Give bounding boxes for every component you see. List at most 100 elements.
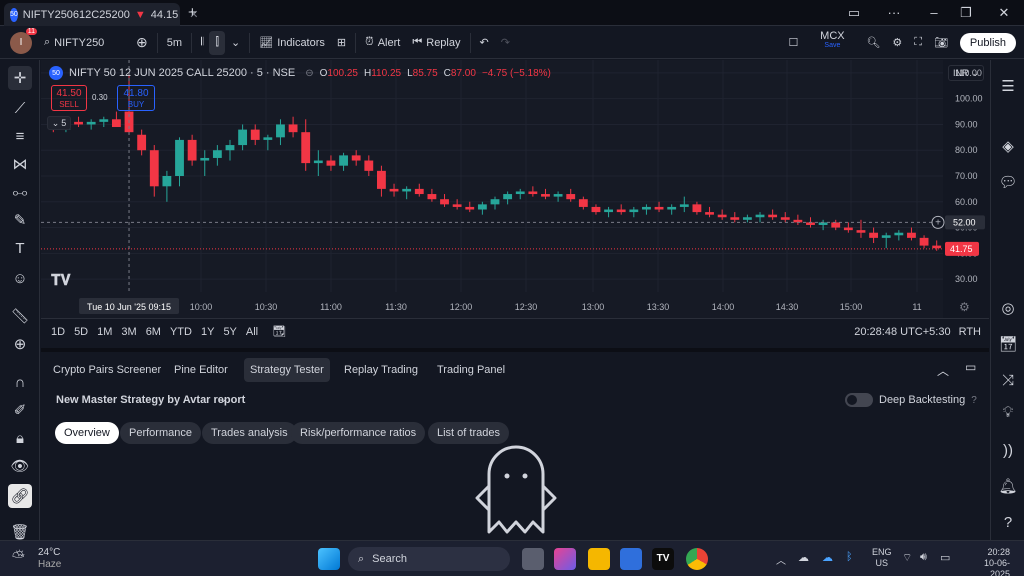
brush-tool-icon[interactable]: ✎ (8, 208, 32, 232)
candle-body[interactable] (831, 222, 841, 228)
candle-body[interactable] (389, 188, 399, 192)
taskbar-search[interactable]: ⌕ Search (348, 547, 510, 571)
candle-body[interactable] (414, 188, 424, 195)
candle-body[interactable] (162, 176, 172, 187)
pattern-tool-icon[interactable]: ⋈ (8, 152, 32, 176)
close-window-icon[interactable]: ✕ (994, 4, 1014, 22)
copilot-icon[interactable] (554, 548, 576, 570)
candle-body[interactable] (553, 194, 563, 197)
candle-body[interactable] (440, 199, 449, 205)
candle-body[interactable] (326, 160, 336, 166)
panel-tab-pine-editor[interactable]: Pine Editor (168, 358, 234, 382)
new-tab-button[interactable]: + (188, 4, 197, 21)
onedrive-icon[interactable]: ☁ (822, 551, 833, 564)
range-button-6m[interactable]: 6M (146, 326, 161, 338)
chart-pane[interactable]: 110.00100.0090.0080.0070.0060.0050.0040.… (41, 60, 989, 318)
candle-body[interactable] (717, 214, 727, 218)
wifi-icon[interactable]: ⌔ (902, 551, 912, 565)
candle-body[interactable] (74, 121, 83, 125)
candle-body[interactable] (528, 191, 538, 195)
panel-tab-replay-trading[interactable]: Replay Trading (338, 358, 424, 382)
bluetooth-icon[interactable]: ᛒ (846, 551, 853, 563)
layout-select-button[interactable]: ☐ (783, 31, 805, 55)
window-layout-icon[interactable]: ▭ (844, 4, 864, 22)
candle-body[interactable] (591, 206, 601, 213)
panel-tab-crypto-pairs-screener[interactable]: Crypto Pairs Screener (47, 358, 167, 382)
candle-body[interactable] (288, 124, 298, 133)
candle-body[interactable] (377, 170, 386, 189)
range-button-3m[interactable]: 3M (121, 326, 136, 338)
candle-body[interactable] (894, 232, 904, 236)
candle-body[interactable] (351, 155, 361, 161)
candle-body[interactable] (768, 214, 778, 218)
alert-button[interactable]: ⏰︎ Alert (359, 31, 406, 55)
candle-body[interactable] (932, 245, 942, 249)
candle-body[interactable] (276, 124, 285, 138)
bell-icon[interactable]: 🔔︎ (996, 474, 1020, 498)
candle-body[interactable] (604, 209, 613, 213)
candle-body[interactable] (907, 232, 916, 238)
panel-tab-trading-panel[interactable]: Trading Panel (431, 358, 511, 382)
templates-button[interactable]: ⊞ (331, 31, 352, 55)
collapse-indicators-button[interactable]: ⌄ 5 (47, 116, 71, 130)
redo-button[interactable]: ↷ (495, 31, 516, 55)
candle-body[interactable] (225, 145, 235, 151)
candle-body[interactable] (465, 206, 475, 210)
candle-body[interactable] (881, 235, 891, 238)
candle-body[interactable] (99, 119, 109, 122)
candle-body[interactable] (578, 199, 588, 207)
range-button-5y[interactable]: 5Y (223, 326, 236, 338)
sell-button[interactable]: 41.50 SELL (51, 85, 87, 111)
chevron-up-icon[interactable]: ︿ (776, 552, 786, 567)
range-button-all[interactable]: All (246, 326, 258, 338)
target-icon[interactable]: ◎ (996, 296, 1020, 320)
candlestick-chart[interactable]: 110.00100.0090.0080.0070.0060.0050.0040.… (41, 60, 989, 318)
volume-icon[interactable]: 🔊︎ (920, 551, 927, 564)
chat-icon[interactable]: 💬︎ (996, 170, 1020, 194)
store-icon[interactable] (620, 548, 642, 570)
clock[interactable]: 20:28:48 UTC+5:30 (854, 326, 950, 338)
candle-body[interactable] (339, 155, 348, 166)
replay-button[interactable]: ⏮ Replay (406, 31, 466, 55)
layers-icon[interactable]: ◈ (996, 134, 1020, 158)
axis-settings-icon[interactable]: ⚙ (959, 300, 970, 314)
candle-body[interactable] (503, 194, 513, 200)
candle-body[interactable] (137, 134, 147, 151)
candle-body[interactable] (187, 139, 197, 161)
candle-body[interactable] (238, 129, 248, 146)
candle-body[interactable] (667, 206, 677, 210)
candle-body[interactable] (692, 204, 702, 213)
weather-icon[interactable]: ⛅︎ (12, 549, 25, 567)
chrome-icon[interactable] (686, 548, 708, 570)
candle-body[interactable] (856, 230, 866, 233)
lock-drawing-tool-icon[interactable]: ✐ (8, 398, 32, 422)
cloud-icon[interactable]: ☁ (798, 551, 809, 564)
calendar-icon[interactable]: 📅︎ (996, 332, 1020, 356)
candle-body[interactable] (175, 139, 184, 176)
subtab-performance[interactable]: Performance (120, 422, 201, 444)
candle-body[interactable] (212, 150, 222, 158)
emoji-tool-icon[interactable]: ☺ (8, 266, 32, 290)
ruler-tool-icon[interactable]: 📏︎ (8, 304, 32, 328)
candle-body[interactable] (301, 132, 311, 164)
toggle-switch[interactable] (845, 393, 873, 407)
chart-type-dropdown[interactable]: ⌄ (225, 31, 246, 55)
panel-tab-strategy-tester[interactable]: Strategy Tester (244, 358, 330, 382)
trend-line-tool-icon[interactable]: ⟋ (8, 96, 32, 120)
candle-body[interactable] (250, 129, 260, 140)
compare-symbol-button[interactable]: ⊕ (130, 31, 154, 55)
interval-button[interactable]: 5m (161, 31, 188, 55)
magnet-tool-icon[interactable]: ∩ (8, 370, 32, 394)
candle-body[interactable] (869, 232, 879, 238)
legend-title[interactable]: NIFTY 50 12 JUN 2025 CALL 25200 · 5 · NS… (69, 67, 295, 79)
candle-body[interactable] (629, 209, 639, 213)
weather-widget[interactable]: 24°C Haze (38, 547, 61, 571)
subtab-risk-performance-ratios[interactable]: Risk/performance ratios (291, 422, 426, 444)
bar-style-button[interactable]: 𝄃 (195, 31, 209, 55)
deep-backtesting-toggle[interactable]: Deep Backtesting ? (845, 393, 977, 407)
candle-body[interactable] (919, 237, 929, 246)
indicators-button[interactable]: 📈︎ Indicators (253, 31, 331, 55)
fib-tool-icon[interactable]: ≡ (8, 124, 32, 148)
candle-body[interactable] (642, 206, 651, 210)
strategy-name[interactable]: New Master Strategy by Avtar report (56, 394, 245, 406)
